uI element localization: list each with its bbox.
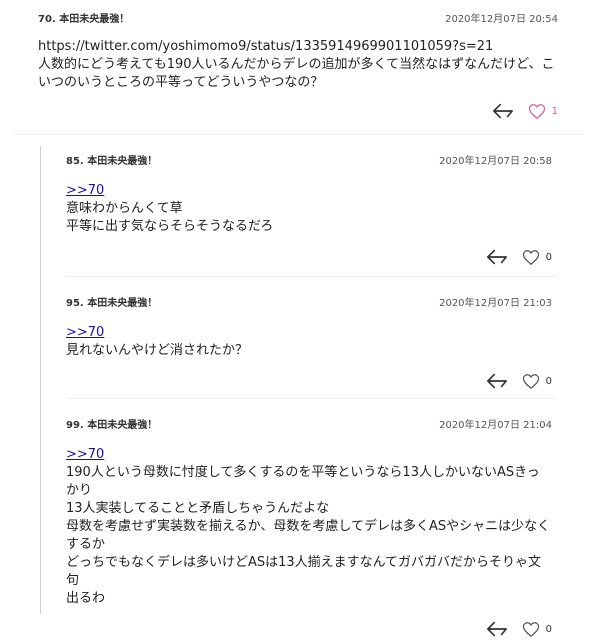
heart-icon <box>528 103 545 119</box>
divider <box>66 398 556 399</box>
reply-85: 85. 本田未央最強！ 2020年12月07日 20:58 >>70 意味わから… <box>66 152 552 268</box>
reply-99: 99. 本田未央最強！ 2020年12月07日 21:04 >>70 190人と… <box>66 416 552 640</box>
reply-anchor-link[interactable]: >>70 <box>66 324 552 342</box>
comment-body: >>70 190人という母数に忖度して多くするのを平等というなら13人しかいない… <box>66 446 552 608</box>
comment-line: https://twitter.com/yoshimomo9/status/13… <box>38 39 494 54</box>
comment-line: 出るわ <box>66 591 106 606</box>
heart-icon <box>522 621 539 637</box>
comment-body: >>70 意味わからんくて草 平等に出す気ならそらそうなるだろ <box>66 182 552 236</box>
like-button[interactable]: 1 <box>528 103 558 120</box>
comment-actions: 1 <box>38 100 558 122</box>
reply-anchor-link[interactable]: >>70 <box>66 446 552 464</box>
comment-line: 13人実装してることと矛盾しちゃうんだよな <box>66 501 330 516</box>
comment-70: 70. 本田未央最強！ 2020年12月07日 20:54 https://tw… <box>38 10 558 122</box>
comment-header: 85. 本田未央最強！ 2020年12月07日 20:58 <box>66 152 552 172</box>
heart-icon <box>522 373 539 389</box>
reply-arrow-icon[interactable] <box>486 620 508 638</box>
like-count: 0 <box>545 375 552 387</box>
comment-author: 85. 本田未央最強！ <box>66 156 158 167</box>
comment-line: どっちでもなくデレは多いけどASは13人揃えますなんてガバガバだからそりゃ文句 <box>66 555 542 588</box>
reply-arrow-icon[interactable] <box>492 102 514 120</box>
reply-arrow-icon[interactable] <box>486 372 508 390</box>
divider <box>66 276 556 277</box>
comment-line: 見れないんやけど消されたか？ <box>66 343 249 358</box>
divider <box>14 134 584 135</box>
like-button[interactable]: 0 <box>522 249 552 266</box>
comment-date: 2020年12月07日 20:54 <box>445 14 558 25</box>
reply-95: 95. 本田未央最強！ 2020年12月07日 21:03 >>70 見れないん… <box>66 294 552 392</box>
comment-date: 2020年12月07日 21:03 <box>439 298 552 309</box>
comment-author: 70. 本田未央最強！ <box>38 14 130 25</box>
comment-header: 99. 本田未央最強！ 2020年12月07日 21:04 <box>66 416 552 436</box>
comment-line: 母数を考慮せず実装数を揃えるか、母数を考慮してデレは多くASやシャニは少なく <box>66 519 551 534</box>
reply-arrow-icon[interactable] <box>486 248 508 266</box>
comment-line: 人数的にどう考えても190人いるんだからデレの追加が多くて当然なはずなんだけど、… <box>38 57 555 72</box>
comment-actions: 0 <box>66 246 552 268</box>
comment-actions: 0 <box>66 618 552 640</box>
comment-date: 2020年12月07日 21:04 <box>439 420 552 431</box>
comment-body: >>70 見れないんやけど消されたか？ <box>66 324 552 360</box>
comment-line: 190人という母数に忖度して多くするのを平等というなら13人しかいないASきっか… <box>66 465 540 498</box>
comment-line: 平等に出す気ならそらそうなるだろ <box>66 219 274 234</box>
comment-author: 95. 本田未央最強！ <box>66 298 158 309</box>
comment-header: 95. 本田未央最強！ 2020年12月07日 21:03 <box>66 294 552 314</box>
comment-header: 70. 本田未央最強！ 2020年12月07日 20:54 <box>38 10 558 30</box>
comment-actions: 0 <box>66 370 552 392</box>
reply-thread-line <box>40 146 41 614</box>
reply-anchor-link[interactable]: >>70 <box>66 182 552 200</box>
like-button[interactable]: 0 <box>522 373 552 390</box>
comments-page: 70. 本田未央最強！ 2020年12月07日 20:54 https://tw… <box>0 0 600 637</box>
like-count: 1 <box>551 105 558 117</box>
comment-author: 99. 本田未央最強！ <box>66 420 158 431</box>
comment-line: 意味わからんくて草 <box>66 201 183 216</box>
like-count: 0 <box>545 623 552 635</box>
like-button[interactable]: 0 <box>522 621 552 638</box>
comment-date: 2020年12月07日 20:58 <box>439 156 552 167</box>
comment-line: いつのいうところの平等ってどういうやつなの？ <box>38 75 324 90</box>
comment-body: https://twitter.com/yoshimomo9/status/13… <box>38 38 558 92</box>
heart-icon <box>522 249 539 265</box>
like-count: 0 <box>545 251 552 263</box>
comment-line: するか <box>66 537 106 552</box>
